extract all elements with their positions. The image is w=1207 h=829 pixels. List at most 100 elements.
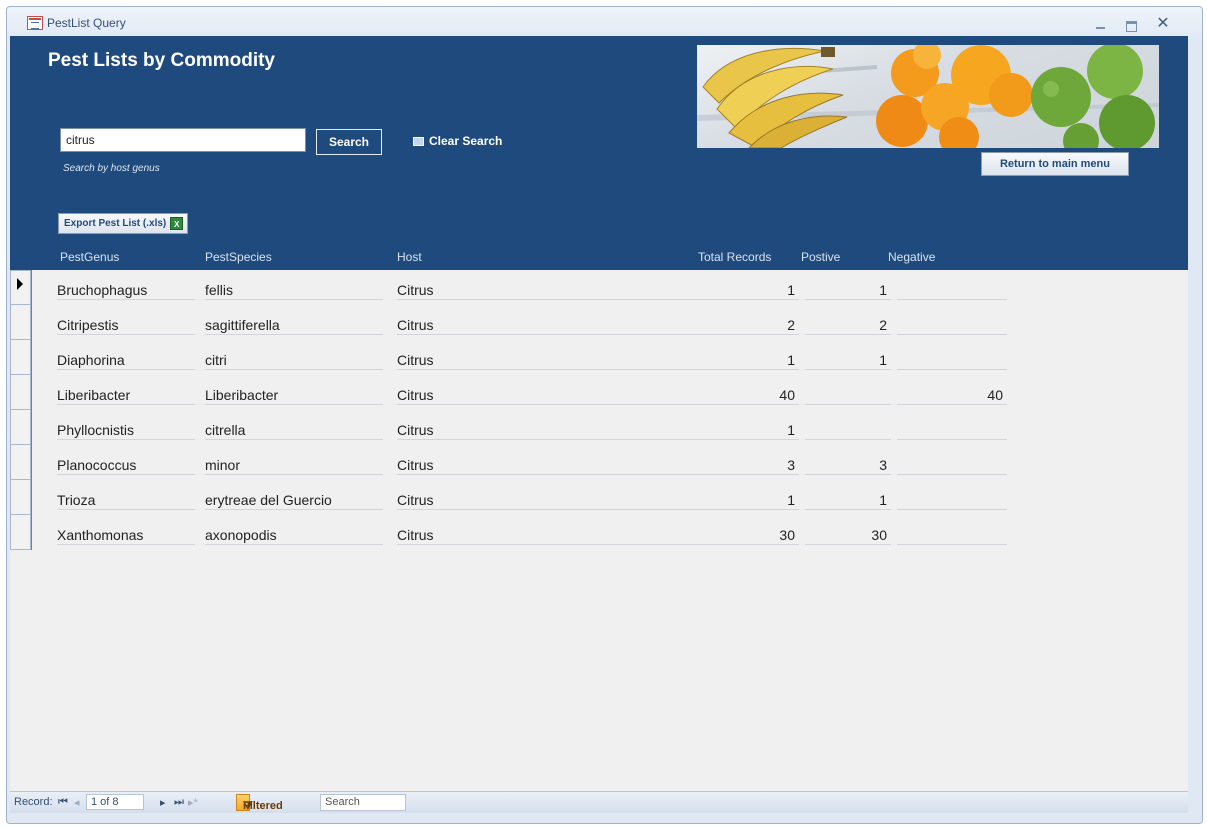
cell-total-records[interactable]: 1 [701,420,799,440]
cell-host[interactable]: Citrus [397,490,701,510]
record-divider [31,270,32,305]
export-button-label: Export Pest List (.xls) [64,218,167,229]
column-header-total-records: Total Records [698,250,772,264]
cell-total-records[interactable]: 1 [701,350,799,370]
record-label: Record: [14,796,53,808]
cell-total-records[interactable]: 2 [701,315,799,335]
cell-total-records[interactable]: 40 [701,385,799,405]
column-header-pest-species: PestSpecies [205,250,272,264]
cell-host[interactable]: Citrus [397,315,701,335]
cell-total-records[interactable]: 1 [701,280,799,300]
cell-negative[interactable] [897,280,1007,300]
form-icon [27,16,43,30]
first-record-icon[interactable]: ⏮ [58,796,68,809]
cell-pest-species[interactable]: fellis [205,280,383,300]
search-hint: Search by host genus [63,163,160,174]
cell-pest-genus[interactable]: Planococcus [57,455,195,475]
cell-positive[interactable] [805,385,891,405]
record-selector[interactable] [10,375,31,410]
cell-host[interactable]: Citrus [397,420,701,440]
cell-positive[interactable]: 30 [805,525,891,545]
record-divider [31,375,32,410]
clear-search-label: Clear Search [429,134,503,148]
return-to-main-menu-button[interactable]: Return to main menu [981,152,1129,176]
pest-list-form: Pest Lists by Commodity Search by host g… [10,36,1188,791]
column-header-host: Host [397,250,422,264]
record-selector[interactable] [10,410,31,445]
cell-positive[interactable]: 1 [805,350,891,370]
cell-negative[interactable] [897,525,1007,545]
cell-pest-species[interactable]: minor [205,455,383,475]
record-selector[interactable] [10,305,31,340]
cell-total-records[interactable]: 3 [701,455,799,475]
last-record-icon[interactable]: ⏭ [174,796,184,809]
fruit-photo-banner [697,45,1159,148]
cell-pest-genus[interactable]: Phyllocnistis [57,420,195,440]
search-input[interactable] [60,128,306,152]
cell-negative[interactable]: 40 [897,385,1007,405]
record-navigation-bar: Record: ⏮ ◂ 1 of 8 ▸ ⏭ ▸* ⧩ Filtered Sea… [10,791,1188,813]
cell-pest-genus[interactable]: Diaphorina [57,350,195,370]
record-selector[interactable] [10,480,31,515]
cell-negative[interactable] [897,420,1007,440]
filter-toggle[interactable]: ⧩ Filtered [236,794,283,812]
search-button[interactable]: Search [316,129,382,155]
cell-host[interactable]: Citrus [397,280,701,300]
export-pest-list-button[interactable]: Export Pest List (.xls) X [58,213,189,234]
window-title: PestList Query [47,16,126,30]
cell-negative[interactable] [897,490,1007,510]
previous-record-icon[interactable]: ◂ [74,796,80,809]
next-record-icon[interactable]: ▸ [160,796,166,809]
record-selector[interactable] [10,340,31,375]
cell-pest-species[interactable]: erytreae del Guercio [205,490,383,510]
form-title: Pest Lists by Commodity [48,50,275,71]
cell-pest-genus[interactable]: Xanthomonas [57,525,195,545]
cell-pest-genus[interactable]: Bruchophagus [57,280,195,300]
cell-positive[interactable]: 3 [805,455,891,475]
record-divider [31,305,32,340]
cell-host[interactable]: Citrus [397,350,701,370]
record-divider [31,515,32,550]
column-header-positive: Postive [801,250,841,264]
cell-negative[interactable] [897,455,1007,475]
record-divider [31,340,32,375]
cell-pest-genus[interactable]: Trioza [57,490,195,510]
cell-pest-species[interactable]: sagittiferella [205,315,383,335]
clear-search-button[interactable]: Clear Search [413,134,502,148]
cell-host[interactable]: Citrus [397,385,701,405]
cell-pest-species[interactable]: axonopodis [205,525,383,545]
cell-pest-genus[interactable]: Citripestis [57,315,195,335]
maximize-button[interactable] [1118,13,1144,35]
record-counter[interactable]: 1 of 8 [86,794,144,810]
cell-pest-species[interactable]: citri [205,350,383,370]
record-selector[interactable] [10,445,31,480]
cell-host[interactable]: Citrus [397,455,701,475]
cell-pest-genus[interactable]: Liberibacter [57,385,195,405]
excel-icon: X [170,217,184,230]
record-divider [31,480,32,515]
filter-label: Filtered [243,800,283,812]
cell-total-records[interactable]: 30 [701,525,799,545]
cell-positive[interactable] [805,420,891,440]
minimize-button[interactable] [1088,13,1114,35]
column-header-pest-genus: PestGenus [60,250,120,264]
cell-positive[interactable]: 1 [805,280,891,300]
record-divider [31,445,32,480]
form-header: Pest Lists by Commodity Search by host g… [10,36,1188,270]
record-selector[interactable] [10,270,31,305]
cell-total-records[interactable]: 1 [701,490,799,510]
cell-host[interactable]: Citrus [397,525,701,545]
cell-negative[interactable] [897,315,1007,335]
cell-negative[interactable] [897,350,1007,370]
clear-search-icon [413,137,424,146]
new-record-icon[interactable]: ▸* [188,796,198,809]
record-divider [31,410,32,445]
cell-positive[interactable]: 2 [805,315,891,335]
column-header-negative: Negative [888,250,936,264]
cell-positive[interactable]: 1 [805,490,891,510]
record-search-box[interactable]: Search [320,794,406,811]
cell-pest-species[interactable]: citrella [205,420,383,440]
record-selector[interactable] [10,515,31,550]
close-button[interactable]: ✕ [1150,13,1176,35]
cell-pest-species[interactable]: Liberibacter [205,385,383,405]
